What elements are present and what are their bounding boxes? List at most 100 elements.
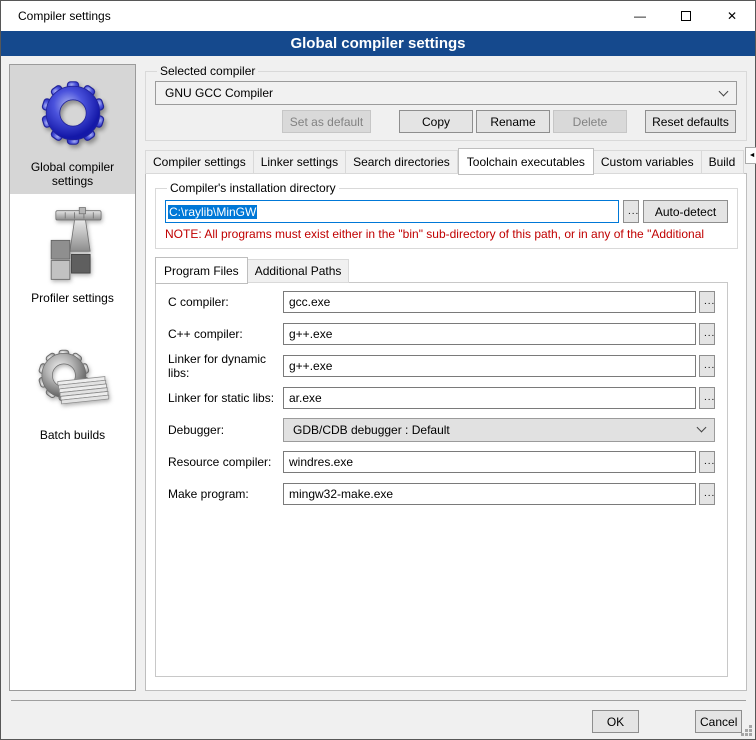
sidebar-item-batch-builds[interactable]: Batch builds: [10, 337, 135, 448]
field-value: windres.exe: [289, 455, 353, 469]
c-compiler-row: C compiler: gcc.exe ...: [168, 290, 715, 313]
field-label: C++ compiler:: [168, 327, 283, 341]
field-value: g++.exe: [289, 359, 332, 373]
sidebar-item-label: Global compiler settings: [12, 160, 133, 188]
reset-defaults-button[interactable]: Reset defaults: [645, 110, 736, 133]
cpp-compiler-input[interactable]: g++.exe: [283, 323, 696, 345]
compiler-settings-dialog: Compiler settings — ✕ Global compiler se…: [0, 0, 756, 740]
tab-label: Additional Paths: [255, 264, 342, 278]
browse-resource-compiler-button[interactable]: ...: [699, 451, 715, 473]
rename-button[interactable]: Rename: [476, 110, 550, 133]
sidebar-item-label: Batch builds: [40, 428, 105, 442]
compiler-select[interactable]: GNU GCC Compiler: [155, 81, 737, 105]
tab-label: Search directories: [353, 155, 450, 169]
dialog-body: Global compiler settings: [1, 56, 755, 700]
dialog-footer: OK Cancel: [11, 700, 746, 739]
browse-dynamic-linker-button[interactable]: ...: [699, 355, 715, 377]
minimize-button[interactable]: —: [617, 1, 663, 31]
programs-note-text: NOTE: All programs must exist either in …: [165, 227, 728, 241]
browse-c-compiler-button[interactable]: ...: [699, 291, 715, 313]
debugger-select[interactable]: GDB/CDB debugger : Default: [283, 418, 715, 442]
minimize-icon: —: [634, 9, 646, 23]
static-linker-input[interactable]: ar.exe: [283, 387, 696, 409]
auto-detect-button[interactable]: Auto-detect: [643, 200, 728, 223]
title-bar: Compiler settings — ✕: [1, 1, 755, 31]
program-files-tab-strip: Program Files Additional Paths: [155, 256, 738, 283]
make-program-input[interactable]: mingw32-make.exe: [283, 483, 696, 505]
tab-label: Build options: [709, 155, 736, 169]
field-value: g++.exe: [289, 327, 332, 341]
selected-compiler-group-label: Selected compiler: [157, 64, 258, 78]
browse-make-program-button[interactable]: ...: [699, 483, 715, 505]
tab-program-files[interactable]: Program Files: [155, 257, 248, 284]
installation-directory-group-label: Compiler's installation directory: [167, 181, 339, 195]
sidebar-item-profiler-settings[interactable]: Profiler settings: [10, 198, 135, 311]
program-files-panel: C compiler: gcc.exe ... C++ compiler: g+…: [155, 282, 728, 677]
browse-cpp-compiler-button[interactable]: ...: [699, 323, 715, 345]
window-title: Compiler settings: [18, 9, 111, 23]
tab-linker-settings[interactable]: Linker settings: [254, 150, 346, 174]
tab-toolchain-executables[interactable]: Toolchain executables: [458, 148, 594, 175]
chevron-down-icon: [719, 86, 729, 96]
tab-build-options[interactable]: Build options: [702, 150, 744, 174]
dynamic-linker-input[interactable]: g++.exe: [283, 355, 696, 377]
tab-label: Custom variables: [601, 155, 694, 169]
tab-scroll-buttons: ◄ ►: [745, 147, 756, 164]
browse-directory-button[interactable]: ...: [623, 200, 639, 223]
set-as-default-button[interactable]: Set as default: [282, 110, 371, 133]
debugger-select-value: GDB/CDB debugger : Default: [293, 423, 698, 437]
field-label: Make program:: [168, 487, 283, 501]
resource-compiler-input[interactable]: windres.exe: [283, 451, 696, 473]
field-label: Linker for dynamic libs:: [168, 352, 283, 380]
tab-search-directories[interactable]: Search directories: [346, 150, 458, 174]
browse-static-linker-button[interactable]: ...: [699, 387, 715, 409]
field-label: Linker for static libs:: [168, 391, 283, 405]
global-compiler-settings-page: Selected compiler GNU GCC Compiler Set a…: [145, 64, 747, 691]
gear-stack-icon: [35, 345, 111, 424]
debugger-row: Debugger: GDB/CDB debugger : Default: [168, 418, 715, 441]
sidebar-item-label: Profiler settings: [31, 291, 114, 305]
resize-grip[interactable]: [741, 725, 753, 737]
field-label: C compiler:: [168, 295, 283, 309]
caliper-icon: [34, 206, 112, 287]
installation-directory-input[interactable]: C:\raylib\MinGW: [165, 200, 619, 223]
delete-button[interactable]: Delete: [553, 110, 627, 133]
maximize-button[interactable]: [663, 1, 709, 31]
field-value: mingw32-make.exe: [289, 487, 393, 501]
copy-button[interactable]: Copy: [399, 110, 473, 133]
toolchain-executables-page: Compiler's installation directory C:\ray…: [145, 173, 747, 691]
chevron-down-icon: [697, 423, 707, 433]
field-label: Debugger:: [168, 423, 283, 437]
cpp-compiler-row: C++ compiler: g++.exe ...: [168, 322, 715, 345]
sidebar-item-global-compiler-settings[interactable]: Global compiler settings: [10, 65, 135, 194]
tab-label: Program Files: [164, 264, 239, 278]
blue-gear-icon: [33, 73, 113, 156]
tab-scroll-left-icon[interactable]: ◄: [745, 147, 756, 164]
compiler-select-value: GNU GCC Compiler: [165, 86, 720, 100]
maximize-icon: [681, 11, 691, 21]
cancel-button[interactable]: Cancel: [695, 710, 742, 733]
selected-compiler-group: Selected compiler GNU GCC Compiler Set a…: [145, 64, 747, 141]
tab-label: Toolchain executables: [467, 155, 585, 169]
tab-custom-variables[interactable]: Custom variables: [594, 150, 702, 174]
tab-compiler-settings[interactable]: Compiler settings: [145, 150, 254, 174]
installation-directory-value: C:\raylib\MinGW: [168, 205, 257, 219]
tab-additional-paths[interactable]: Additional Paths: [248, 259, 350, 283]
compiler-actions-row: Set as default Copy Rename Delete Reset …: [155, 110, 737, 133]
page-title: Global compiler settings: [1, 31, 755, 56]
c-compiler-input[interactable]: gcc.exe: [283, 291, 696, 313]
settings-category-list: Global compiler settings: [9, 64, 136, 691]
resource-compiler-row: Resource compiler: windres.exe ...: [168, 450, 715, 473]
static-linker-row: Linker for static libs: ar.exe ...: [168, 386, 715, 409]
installation-directory-group: Compiler's installation directory C:\ray…: [155, 181, 738, 249]
window-controls: — ✕: [617, 1, 755, 31]
installation-directory-row: C:\raylib\MinGW ... Auto-detect: [165, 200, 728, 223]
tab-label: Linker settings: [261, 155, 338, 169]
settings-tab-strip: Compiler settings Linker settings Search…: [145, 147, 747, 174]
close-button[interactable]: ✕: [709, 1, 755, 31]
ok-button[interactable]: OK: [592, 710, 639, 733]
make-program-row: Make program: mingw32-make.exe ...: [168, 482, 715, 505]
field-value: ar.exe: [289, 391, 322, 405]
close-icon: ✕: [727, 9, 737, 23]
field-value: gcc.exe: [289, 295, 330, 309]
